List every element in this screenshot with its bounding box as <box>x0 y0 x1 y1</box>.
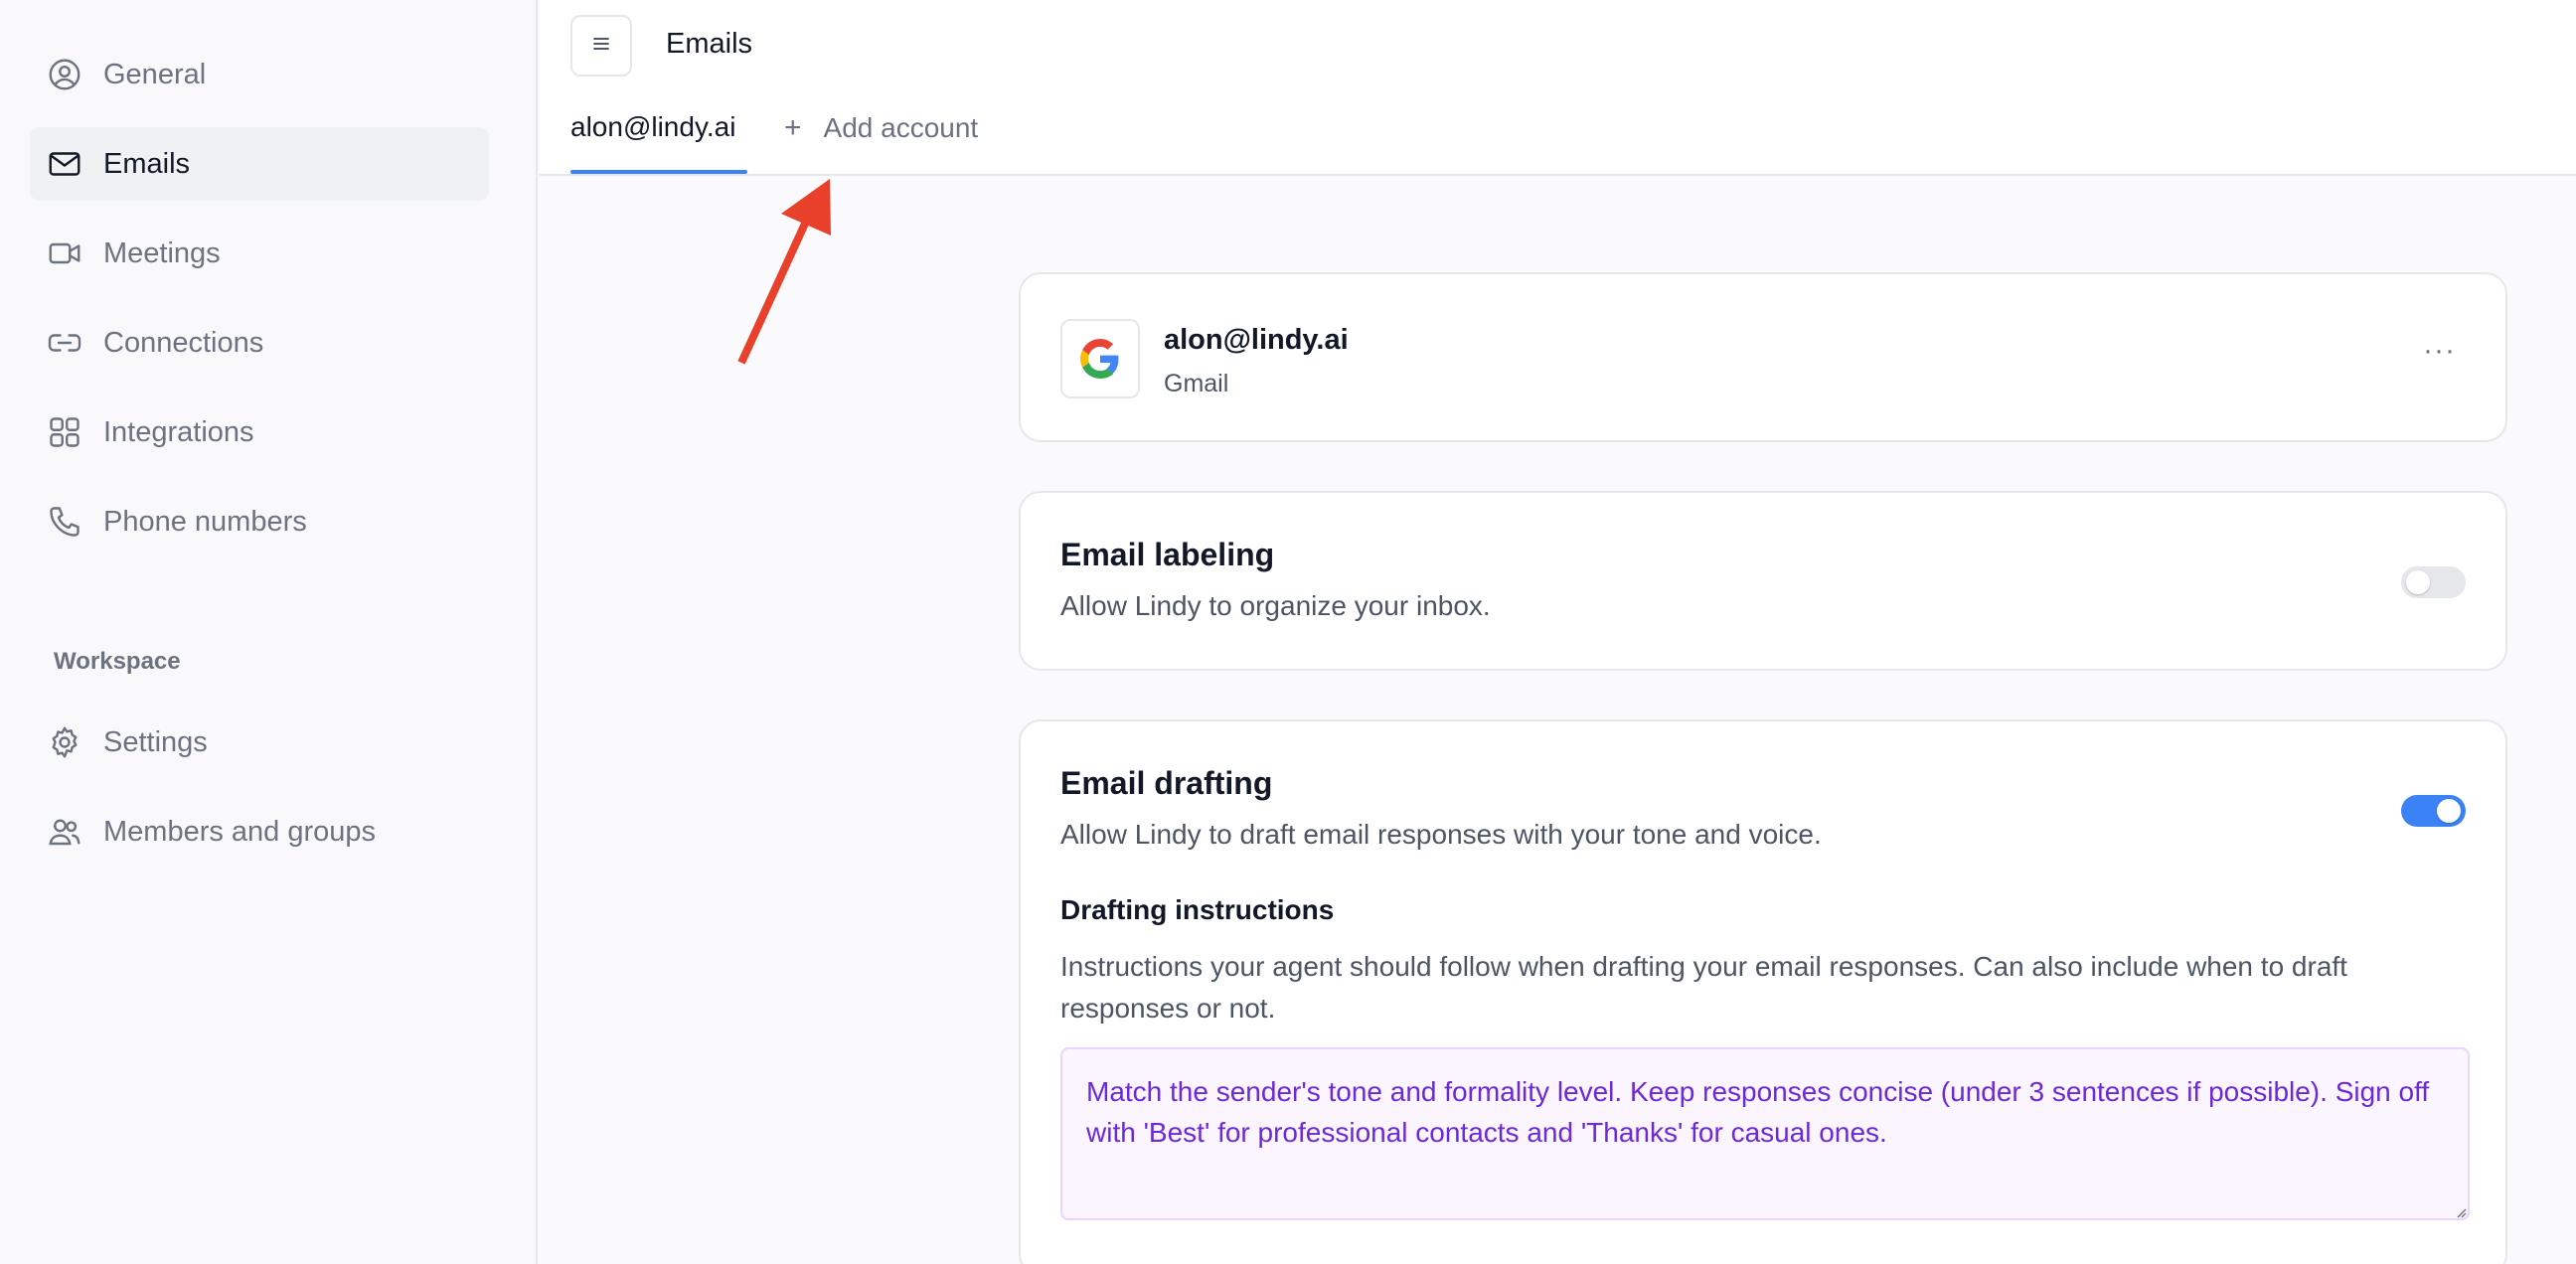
annotation-arrow <box>737 179 831 365</box>
email-drafting-description: Allow Lindy to draft email responses wit… <box>1060 819 1822 850</box>
sidebar-item-phone-numbers[interactable]: Phone numbers <box>30 485 489 558</box>
more-options-button[interactable]: ··· <box>2423 334 2456 368</box>
grid-icon <box>46 413 83 451</box>
mail-icon <box>46 145 83 183</box>
sidebar-item-label: Integrations <box>103 415 254 448</box>
hamburger-icon <box>589 32 613 61</box>
top-bar: Emails alon@lindy.ai + Add account <box>540 0 2576 176</box>
account-provider: Gmail <box>1164 370 1229 397</box>
sidebar: General Emails Meetings Connections Inte… <box>0 0 538 1264</box>
sidebar-item-settings[interactable]: Settings <box>30 706 489 779</box>
add-account-tab[interactable]: + Add account <box>784 111 978 145</box>
section-label-workspace: Workspace <box>54 648 181 675</box>
sidebar-item-integrations[interactable]: Integrations <box>30 395 489 469</box>
menu-toggle-button[interactable] <box>570 15 632 77</box>
users-icon <box>46 813 83 851</box>
drafting-instructions-description: Instructions your agent should follow wh… <box>1060 951 2347 1024</box>
sidebar-item-label: Emails <box>103 147 191 180</box>
phone-icon <box>46 503 83 541</box>
user-circle-icon <box>46 56 83 93</box>
tab-account[interactable]: alon@lindy.ai <box>570 111 735 143</box>
sidebar-item-members-and-groups[interactable]: Members and groups <box>30 795 489 869</box>
sidebar-item-label: Connections <box>103 326 264 359</box>
sidebar-item-label: General <box>103 58 207 90</box>
sidebar-item-connections[interactable]: Connections <box>30 306 489 380</box>
email-drafting-card: Email drafting Allow Lindy to draft emai… <box>1019 719 2507 1264</box>
drafting-instructions-title: Drafting instructions <box>1060 894 1335 925</box>
link-icon <box>46 324 83 362</box>
account-card: alon@lindy.ai Gmail ··· <box>1019 272 2507 442</box>
sidebar-item-general[interactable]: General <box>30 38 489 111</box>
google-logo-icon <box>1060 319 1140 398</box>
sidebar-item-label: Settings <box>103 725 208 758</box>
page-title: Emails <box>666 28 753 60</box>
video-icon <box>46 235 83 272</box>
email-labeling-toggle[interactable] <box>2401 566 2466 598</box>
email-drafting-title: Email drafting <box>1060 765 1273 801</box>
sidebar-item-emails[interactable]: Emails <box>30 127 489 201</box>
gear-icon <box>46 723 83 761</box>
add-account-label: Add account <box>823 112 979 143</box>
drafting-instructions-input[interactable]: Match the sender's tone and formality le… <box>1060 1047 2470 1220</box>
sidebar-item-label: Meetings <box>103 237 221 269</box>
toggle-knob <box>2437 799 2461 823</box>
sidebar-item-label: Phone numbers <box>103 505 307 538</box>
account-email: alon@lindy.ai <box>1164 324 1349 356</box>
toggle-knob <box>2406 570 2430 594</box>
plus-icon: + <box>784 111 802 144</box>
email-labeling-title: Email labeling <box>1060 537 1275 572</box>
resize-handle-icon[interactable] <box>2455 1206 2467 1218</box>
email-labeling-card: Email labeling Allow Lindy to organize y… <box>1019 491 2507 671</box>
active-tab-indicator <box>570 170 747 174</box>
email-labeling-description: Allow Lindy to organize your inbox. <box>1060 590 1491 621</box>
sidebar-item-meetings[interactable]: Meetings <box>30 217 489 290</box>
email-drafting-toggle[interactable] <box>2401 795 2466 827</box>
sidebar-item-label: Members and groups <box>103 815 377 848</box>
